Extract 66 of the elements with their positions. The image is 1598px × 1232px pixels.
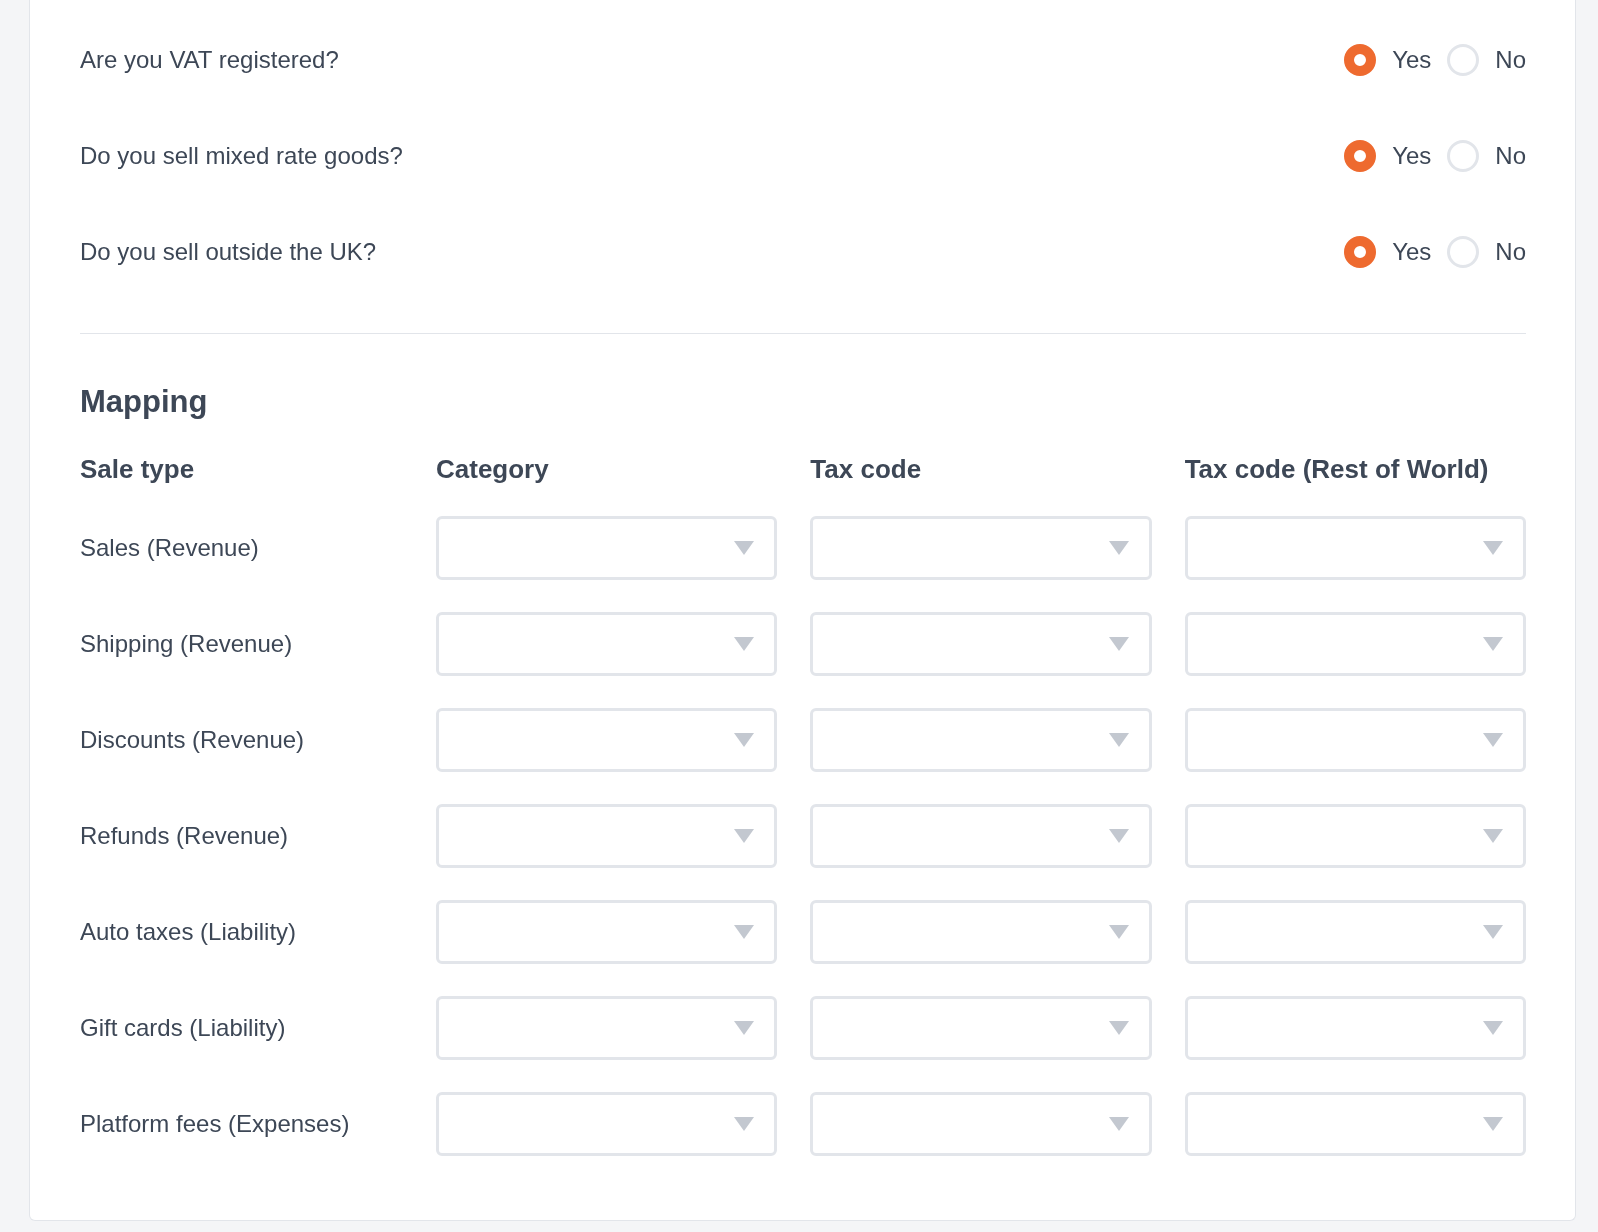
caret-icon (734, 829, 755, 843)
caret-icon (734, 1021, 755, 1035)
caret-icon (1483, 1117, 1503, 1131)
dropdown[interactable] (1184, 804, 1526, 868)
dropdown[interactable] (1184, 1092, 1526, 1156)
row-label: Auto taxes (Liability) (80, 917, 298, 947)
caret-icon (1483, 829, 1503, 843)
dropdown[interactable] (1184, 612, 1526, 676)
caret-icon (734, 637, 755, 651)
caret-icon (734, 733, 755, 747)
section-heading: Mapping (80, 384, 209, 420)
column-header: Tax code (Rest of World) (1184, 453, 1490, 486)
radio-option[interactable]: No (1447, 42, 1526, 78)
dropdown[interactable] (1184, 900, 1526, 964)
dropdown[interactable] (436, 804, 778, 868)
dropdown[interactable] (810, 804, 1152, 868)
caret-icon (1108, 733, 1129, 747)
caret-icon (734, 541, 755, 555)
row-label: Gift cards (Liability) (80, 1013, 287, 1043)
dropdown[interactable] (436, 708, 778, 772)
caret-icon (1108, 829, 1129, 843)
dropdown[interactable] (810, 900, 1152, 964)
question-label: Do you sell outside the UK? (80, 237, 377, 267)
caret-icon (1483, 925, 1503, 939)
caret-icon (1108, 1021, 1129, 1035)
radio-option[interactable]: No (1447, 138, 1526, 174)
caret-icon (1483, 541, 1503, 555)
dropdown[interactable] (436, 900, 778, 964)
radio-option[interactable]: Yes (1344, 234, 1432, 270)
radio-option[interactable]: No (1447, 234, 1526, 270)
dropdown[interactable] (810, 996, 1152, 1060)
dropdown[interactable] (1184, 996, 1526, 1060)
dropdown[interactable] (810, 708, 1152, 772)
caret-icon (1108, 637, 1129, 651)
dropdown[interactable] (436, 1092, 778, 1156)
caret-icon (734, 1117, 755, 1131)
caret-icon (1108, 1117, 1129, 1131)
caret-icon (1108, 541, 1129, 555)
caret-icon (734, 925, 755, 939)
radio-button[interactable] (1344, 140, 1377, 172)
dropdown[interactable] (810, 516, 1152, 580)
row-label: Shipping (Revenue) (80, 629, 294, 659)
dropdown[interactable] (810, 1092, 1152, 1156)
caret-icon (1483, 637, 1503, 651)
column-header: Tax code (810, 453, 923, 486)
dropdown[interactable] (436, 516, 778, 580)
row-label: Platform fees (Expenses) (80, 1109, 351, 1139)
column-header: Sale type (80, 453, 196, 486)
radio-option[interactable]: Yes (1344, 138, 1432, 174)
dropdown[interactable] (1184, 516, 1526, 580)
radio-option[interactable]: Yes (1344, 42, 1432, 78)
radio-button[interactable] (1344, 236, 1377, 268)
caret-icon (1483, 1021, 1503, 1035)
caret-icon (1108, 925, 1129, 939)
row-label: Sales (Revenue) (80, 533, 260, 563)
column-header: Category (436, 453, 550, 486)
dropdown[interactable] (436, 996, 778, 1060)
dropdown[interactable] (1184, 708, 1526, 772)
row-label: Discounts (Revenue) (80, 725, 306, 755)
radio-button[interactable] (1344, 44, 1377, 76)
question-label: Do you sell mixed rate goods? (80, 141, 403, 171)
row-label: Refunds (Revenue) (80, 821, 290, 851)
question-label: Are you VAT registered? (80, 45, 339, 75)
dropdown[interactable] (436, 612, 778, 676)
caret-icon (1483, 733, 1503, 747)
dropdown[interactable] (810, 612, 1152, 676)
